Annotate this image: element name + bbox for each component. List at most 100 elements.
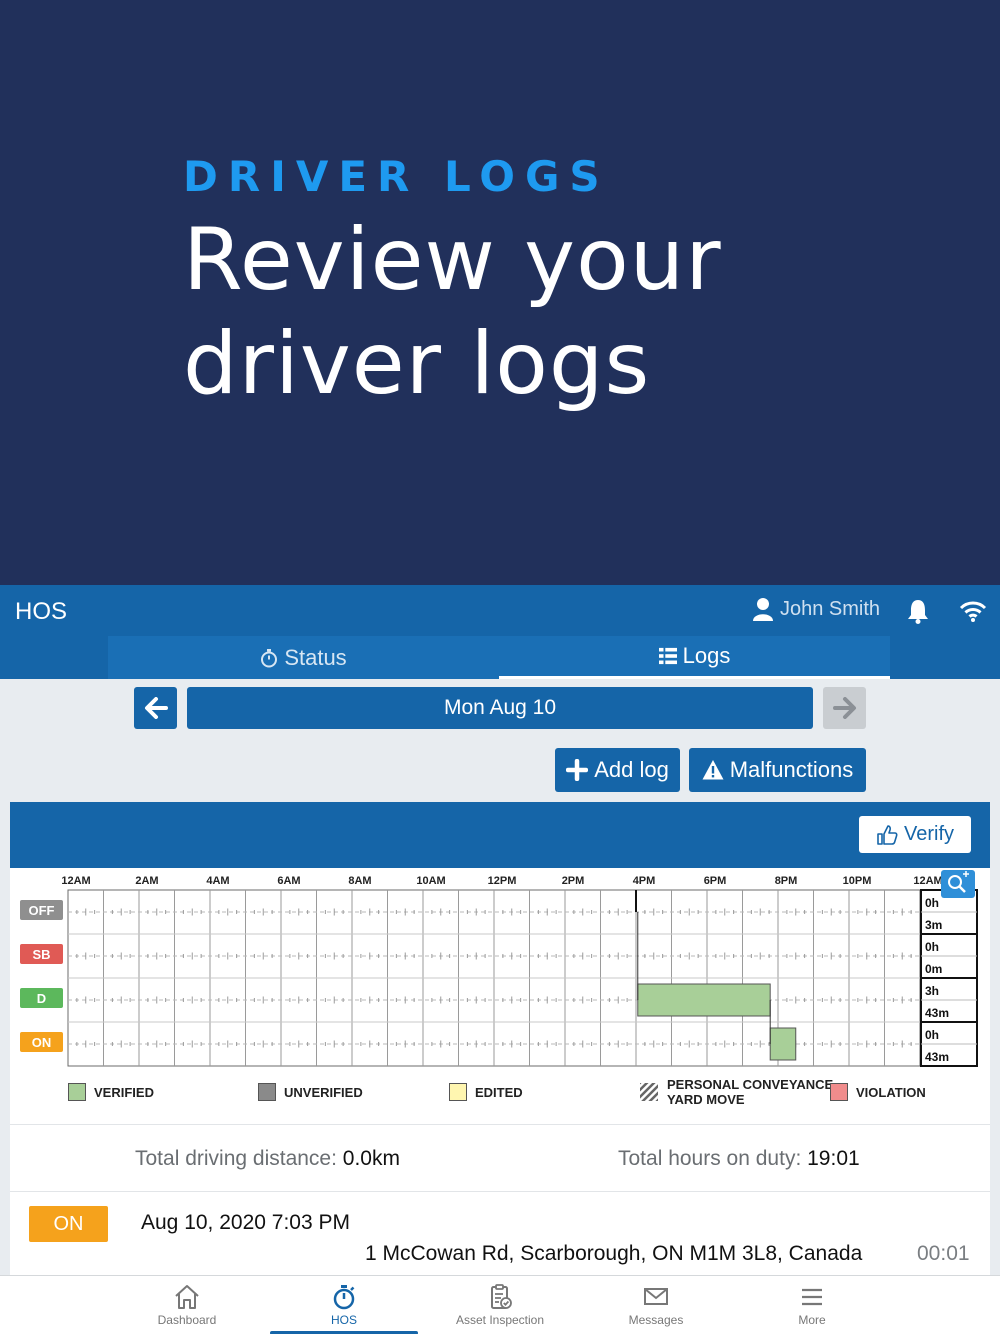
onduty-value: 19:01: [807, 1147, 860, 1170]
legend-pc-label: PERSONAL CONVEYANCE: [667, 1077, 834, 1092]
total-hours: 0h: [925, 896, 939, 910]
clipboard-check-icon: [491, 1284, 512, 1309]
malfunctions-label: Malfunctions: [729, 757, 854, 782]
legend-edited-swatch: [449, 1083, 467, 1101]
legend-verified-swatch: [68, 1083, 86, 1101]
promo-title: Review your driver logs: [183, 210, 722, 414]
duty-segment: [769, 1027, 797, 1061]
legend-ym-label: YARD MOVE: [667, 1092, 745, 1107]
legend-pc-text: PERSONAL CONVEYANCE YARD MOVE: [667, 1077, 833, 1107]
hours-on-duty: Total hours on duty: 19:01: [618, 1147, 860, 1171]
verify-button[interactable]: Verify: [859, 816, 971, 853]
thumbs-up-icon: [877, 824, 898, 845]
app-title: HOS: [15, 598, 68, 625]
status-label: SB: [32, 947, 50, 962]
nav-asset-inspection-label: Asset Inspection: [455, 1313, 545, 1327]
user-name: John Smith: [780, 597, 881, 620]
duty-status-graph: 12AM 2AM 4AM 6AM 8AM 10AM 12PM 2PM 4PM 6PM 8PM 10PM…: [10, 868, 990, 1128]
arrow-right-icon: [832, 697, 856, 719]
previous-day-button[interactable]: [134, 687, 177, 729]
envelope-icon: [644, 1288, 668, 1305]
nav-asset-inspection[interactable]: Asset Inspection: [430, 1276, 570, 1334]
legend-violation: VIOLATION: [830, 1083, 926, 1101]
hour-label: 4PM: [633, 875, 656, 887]
legend-violation-label: VIOLATION: [856, 1084, 926, 1100]
nav-more-label: More: [798, 1313, 826, 1327]
event-duration: 00:01: [917, 1242, 970, 1265]
total-hours: 3h: [925, 984, 939, 998]
total-minutes: 43m: [925, 1050, 949, 1064]
hour-label: 12AM: [913, 875, 942, 887]
total-hours: 0h: [925, 940, 939, 954]
wifi-icon: [959, 601, 987, 622]
legend-unverified-swatch: [258, 1083, 276, 1101]
hour-label: 8AM: [348, 875, 371, 887]
stopwatch-icon: [333, 1285, 355, 1310]
total-minutes: 0m: [925, 962, 942, 976]
logs-content: Mon Aug 10 Add log Malfunctions Verify 1…: [0, 679, 1000, 1275]
promo-kicker: DRIVER LOGS: [183, 152, 610, 201]
promo-banner: DRIVER LOGS Review your driver logs: [0, 0, 1000, 585]
status-label: ON: [32, 1035, 52, 1050]
legend-violation-swatch: [830, 1083, 848, 1101]
tab-logs[interactable]: Logs: [499, 636, 890, 679]
hour-label: 4AM: [206, 875, 229, 887]
total-minutes: 3m: [925, 918, 942, 932]
arrow-left-icon: [144, 697, 168, 719]
add-log-button[interactable]: Add log: [555, 748, 680, 792]
warning-icon: [702, 760, 724, 780]
legend-verified: VERIFIED: [68, 1083, 154, 1101]
log-event-row[interactable]: ON Aug 10, 2020 7:03 PM 1 McCowan Rd, Sc…: [10, 1192, 990, 1275]
menu-icon: [802, 1288, 822, 1306]
app-header: HOS John Smith Status Logs: [0, 585, 1000, 679]
event-time: Aug 10, 2020 7:03 PM: [141, 1211, 350, 1234]
totals-row: Total driving distance: 0.0km Total hour…: [10, 1125, 990, 1191]
log-card-header: Verify: [10, 802, 990, 868]
nav-dashboard[interactable]: Dashboard: [117, 1276, 257, 1334]
list-icon: [658, 647, 677, 665]
tab-logs-label: Logs: [682, 643, 731, 668]
distance-value: 0.0km: [342, 1147, 400, 1170]
event-address: 1 McCowan Rd, Scarborough, ON M1M 3L8, C…: [365, 1242, 863, 1265]
hour-label: 6AM: [277, 875, 300, 887]
next-day-button[interactable]: [823, 687, 866, 729]
onduty-label: Total hours on duty:: [618, 1147, 802, 1170]
nav-messages-label: Messages: [628, 1313, 684, 1327]
hatched-swatch-icon: [639, 1082, 659, 1102]
status-label: D: [37, 991, 46, 1006]
add-log-label: Add log: [594, 757, 669, 782]
hour-label: 8PM: [775, 875, 798, 887]
event-status-badge: ON: [29, 1206, 108, 1242]
hour-label: 2AM: [135, 875, 158, 887]
nav-dashboard-label: Dashboard: [157, 1313, 217, 1327]
tab-status-label: Status: [284, 644, 347, 670]
zoom-button: [941, 870, 975, 898]
hour-label: 10PM: [843, 875, 872, 887]
log-date[interactable]: Mon Aug 10: [187, 687, 813, 729]
home-icon: [175, 1285, 199, 1309]
malfunctions-button[interactable]: Malfunctions: [689, 748, 866, 792]
nav-more[interactable]: More: [742, 1276, 882, 1334]
duty-segment: [637, 983, 771, 1017]
stopwatch-icon: [261, 648, 278, 667]
bottom-nav: Dashboard HOS Asset Inspection Messages …: [0, 1275, 1000, 1334]
verify-label: Verify: [903, 823, 955, 845]
hour-label: 12PM: [488, 875, 517, 887]
daily-log-card: Verify 12AM 2AM 4AM 6AM 8AM 10AM 12PM 2PM 4PM 6PM…: [10, 802, 990, 1275]
total-minutes: 43m: [925, 1006, 949, 1020]
nav-messages[interactable]: Messages: [586, 1276, 726, 1334]
bell-icon[interactable]: [906, 598, 930, 624]
legend-personal-conveyance: PERSONAL CONVEYANCE YARD MOVE: [639, 1077, 833, 1107]
hour-label: 10AM: [416, 875, 445, 887]
nav-hos-label: HOS: [330, 1313, 357, 1327]
tab-status[interactable]: Status: [108, 636, 499, 679]
hour-label: 2PM: [562, 875, 585, 887]
hos-tabs: Status Logs: [108, 636, 890, 679]
legend-unverified: UNVERIFIED: [258, 1083, 363, 1101]
legend-verified-label: VERIFIED: [94, 1084, 154, 1100]
user-menu[interactable]: John Smith: [752, 597, 880, 621]
hour-label: 12AM: [61, 875, 90, 887]
nav-hos[interactable]: HOS: [274, 1276, 414, 1334]
driving-distance: Total driving distance: 0.0km: [135, 1147, 400, 1171]
legend-edited: EDITED: [449, 1083, 523, 1101]
